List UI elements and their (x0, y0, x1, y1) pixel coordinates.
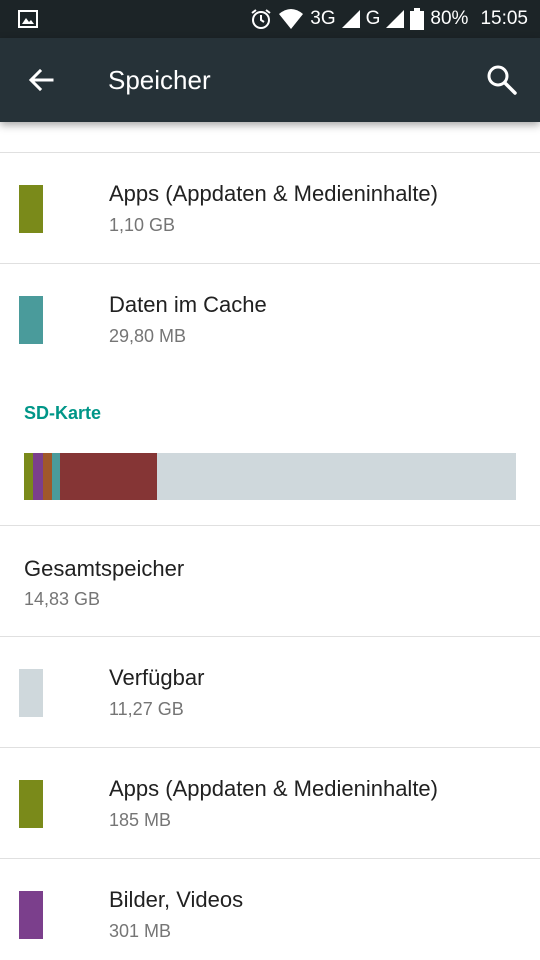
usage-bar-segment (42, 453, 52, 500)
alarm-icon (251, 9, 271, 29)
item-value: 11,27 GB (109, 699, 184, 719)
wifi-icon (279, 9, 304, 29)
search-icon[interactable] (484, 62, 520, 98)
color-swatch (19, 780, 43, 828)
item-label: Verfügbar (109, 665, 205, 690)
color-swatch (19, 296, 43, 344)
list-item-internal-apps[interactable]: Apps (Appdaten & Medieninhalte) 1,10 GB (0, 153, 540, 263)
color-swatch (19, 669, 43, 717)
color-swatch (19, 891, 43, 939)
divider (0, 525, 540, 526)
usage-bar-segment (32, 453, 43, 500)
item-label: Bilder, Videos (109, 887, 244, 912)
usage-bar-segment (51, 453, 61, 500)
list-item-sd-apps[interactable]: Apps (Appdaten & Medieninhalte) 185 MB (0, 748, 540, 858)
item-value: 301 MB (109, 921, 172, 941)
sd-card-usage-bar (24, 453, 516, 500)
section-header-sd-card: SD-Karte (24, 403, 102, 423)
network-3g-label: 3G (310, 8, 336, 29)
usage-bar-segment (24, 453, 33, 500)
signal-icon-2 (386, 10, 405, 28)
back-arrow-icon[interactable] (24, 62, 60, 98)
usage-bar-segment (60, 453, 157, 500)
item-label: Apps (Appdaten & Medieninhalte) (109, 776, 438, 801)
status-bar: 3G G 80% 15:05 (0, 0, 540, 38)
item-value: 185 MB (109, 810, 172, 830)
list-item-internal-cache[interactable]: Daten im Cache 29,80 MB (0, 264, 540, 374)
item-value: 1,10 GB (109, 215, 176, 235)
app-toolbar: Speicher (0, 38, 540, 122)
battery-icon (410, 8, 425, 30)
color-swatch (19, 185, 43, 233)
total-storage-value: 14,83 GB (24, 589, 101, 609)
battery-percent: 80% (430, 8, 469, 29)
scrolled-row-remnant (0, 122, 540, 152)
clock: 15:05 (480, 8, 528, 29)
network-g-label: G (365, 8, 381, 29)
item-label: Daten im Cache (109, 292, 267, 317)
item-label: Apps (Appdaten & Medieninhalte) (109, 181, 438, 206)
image-notification-icon (18, 10, 38, 28)
total-storage-label: Gesamtspeicher (24, 556, 185, 581)
page-title: Speicher (108, 65, 211, 95)
item-value: 29,80 MB (109, 326, 187, 346)
list-item-sd-available[interactable]: Verfügbar 11,27 GB (0, 637, 540, 747)
list-item-sd-pictures-videos[interactable]: Bilder, Videos 301 MB (0, 859, 540, 960)
signal-icon (341, 10, 360, 28)
